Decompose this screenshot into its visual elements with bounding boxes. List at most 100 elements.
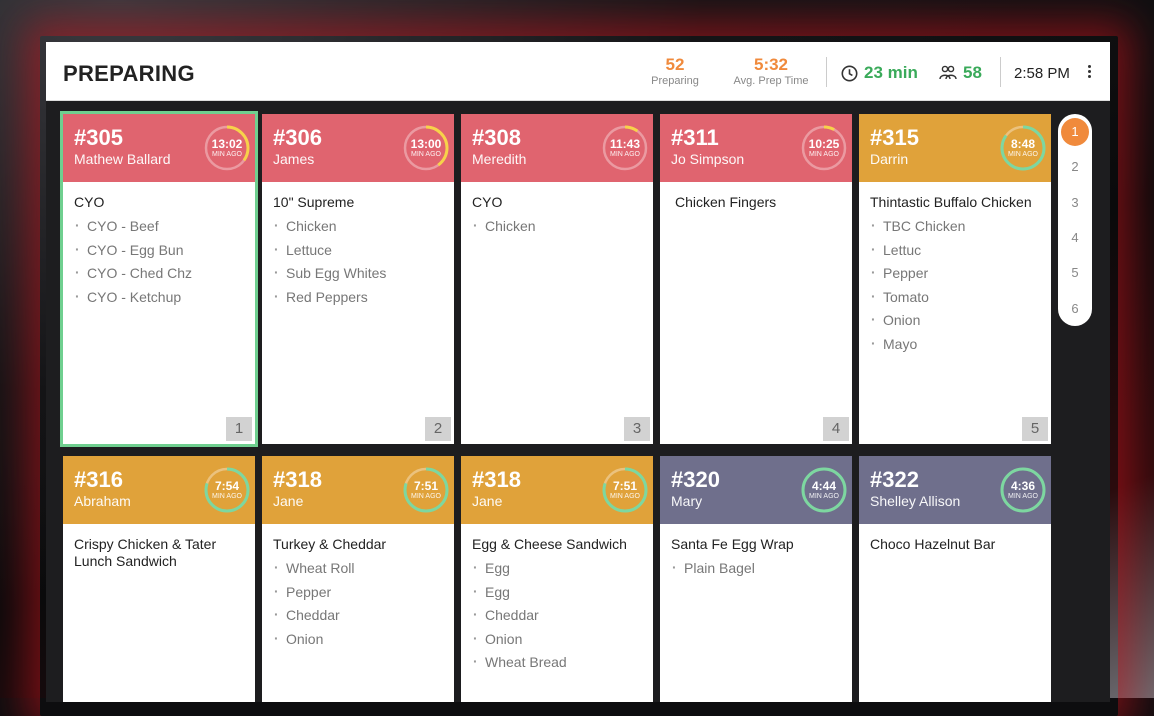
order-card[interactable]: #318Jane 7:51MIN AGO Turkey & Cheddar Wheat…: [262, 456, 454, 702]
modifier-item: Wheat Bread: [472, 653, 643, 671]
modifier-item: Plain Bagel: [671, 559, 842, 577]
order-number: #316: [74, 467, 123, 492]
modifier-item: Egg: [472, 583, 643, 601]
modifier-list: CYO - Beef CYO - Egg Bun CYO - Ched Chz CYO…: [74, 217, 245, 306]
menu-item-name: 10" Supreme: [273, 194, 355, 210]
order-card[interactable]: #318 Jane 7:51 MIN AGO Egg & Cheese Sandwich…: [461, 456, 653, 702]
order-number: #306: [273, 125, 322, 150]
timer-value: 7:54: [214, 479, 240, 493]
card-position-badge: 1: [226, 417, 252, 441]
page-5-button[interactable]: 5: [1061, 259, 1089, 287]
avg-prep-time: 5:32: [753, 55, 789, 74]
customer-name: Abraham: [74, 493, 131, 509]
order-card-header: #315 Darrin 8:48 MIN AGO: [859, 114, 1051, 182]
order-timer: 10:25 MIN AGO: [800, 124, 848, 172]
avg-prep-label: Avg. Prep Time: [733, 75, 809, 87]
order-card[interactable]: #322 Shelley Allison 4:36 MIN AGO Choco Haze…: [859, 456, 1051, 702]
menu-item-name: Crispy Chicken & Tater Lunch Sandwich: [74, 536, 217, 569]
order-card-header: #316 Abraham 7:54 MIN AGO: [63, 456, 255, 524]
preparing-label: Preparing: [651, 75, 699, 87]
modifier-item: Egg: [472, 559, 643, 577]
order-card[interactable]: #315 Darrin 8:48 MIN AGO Thintastic Buffalo …: [859, 114, 1051, 444]
order-timer: 7:54 MIN AGO: [203, 466, 251, 514]
page-6-button[interactable]: 6: [1061, 295, 1089, 323]
modifier-item: Lettuce: [273, 241, 444, 259]
page-4-button[interactable]: 4: [1061, 224, 1089, 252]
timer-caption: MIN AGO: [1008, 151, 1038, 158]
order-card-body: CYO CYO - Beef CYO - Egg Bun CYO - Ched Chz…: [63, 182, 255, 306]
menu-item-name: Choco Hazelnut Bar: [870, 536, 996, 552]
order-card-body: 10" Supreme Chicken Lettuce Sub Egg Whites R…: [262, 182, 454, 306]
modifier-list: Chicken Lettuce Sub Egg Whites Red Peppers: [273, 217, 444, 306]
order-card-body: Choco Hazelnut Bar: [859, 524, 1051, 553]
order-number: #311: [671, 125, 719, 150]
customer-name: Mary: [671, 493, 703, 509]
customer-name: Jane: [273, 493, 304, 509]
timer-caption: MIN AGO: [212, 493, 242, 500]
order-card[interactable]: #308Meredith 11:43MIN AGO CYO Chicken 3: [461, 114, 653, 444]
preparing-count: 52: [665, 55, 685, 74]
order-timer: 11:43 MIN AGO: [601, 124, 649, 172]
modifier-list: Egg Egg Cheddar Onion Wheat Bread: [472, 559, 643, 671]
timer-caption: MIN AGO: [610, 151, 640, 158]
order-number: #320: [671, 467, 720, 492]
modifier-list: Wheat Roll Pepper Cheddar Onion: [273, 559, 444, 648]
menu-item-name: Thintastic Buffalo Chicken: [870, 194, 1032, 210]
order-card-body: Thintastic Buffalo Chicken TBC Chicken Let…: [859, 182, 1051, 353]
customer-name: Meredith: [472, 151, 527, 167]
order-card-body: Chicken Fingers: [660, 182, 852, 211]
order-number: #318: [273, 467, 322, 492]
header-bar: PREPARING 52 Preparing 5:32 Avg. Prep Ti…: [46, 42, 1110, 101]
page-2-button[interactable]: 2: [1061, 153, 1089, 181]
page-1-button[interactable]: 1: [1061, 118, 1089, 146]
order-timer: 13:02 MIN AGO: [203, 124, 251, 172]
modifier-list: Chicken: [472, 217, 643, 235]
clock-time: 2:58 PM: [1014, 65, 1070, 82]
modifier-list: TBC Chicken Lettuc Pepper Tomato Onion Mayo: [870, 217, 1041, 353]
order-card[interactable]: #305Mathew Ballard 13:02MIN AGO CYO CYO - B…: [63, 114, 255, 444]
order-number: #305: [74, 125, 123, 150]
modifier-item: Pepper: [273, 583, 444, 601]
timer-caption: MIN AGO: [809, 493, 839, 500]
page-selector: 1 2 3 4 5 6: [1058, 114, 1092, 326]
modifier-item: Onion: [472, 630, 643, 648]
modifier-item: CYO - Ketchup: [74, 288, 245, 306]
order-card[interactable]: #320Mary 4:44MIN AGO Santa Fe Egg Wrap Plai…: [660, 456, 852, 702]
order-card-body: Crispy Chicken & Tater Lunch Sandwich: [63, 524, 255, 570]
timer-value: 13:02: [211, 137, 243, 151]
order-card[interactable]: #306James 13:00MIN AGO 10" Supreme Chicken L…: [262, 114, 454, 444]
customer-name: Jo Simpson: [671, 151, 745, 167]
order-card-header: #306 James 13:00 MIN AGO: [262, 114, 454, 182]
timer-caption: MIN AGO: [212, 151, 242, 158]
modifier-list: Plain Bagel: [671, 559, 842, 577]
order-card-header: #318 Jane 7:51 MIN AGO: [461, 456, 653, 524]
guest-count: 58: [939, 63, 982, 83]
order-card-body: Egg & Cheese Sandwich Egg Egg Cheddar Onion W…: [461, 524, 653, 671]
timer-caption: MIN AGO: [610, 493, 640, 500]
wait-time: 23 min: [841, 63, 918, 83]
order-card-header: #311 Jo Simpson 10:25 MIN AGO: [660, 114, 852, 182]
menu-item-name: Santa Fe Egg Wrap: [671, 536, 794, 552]
order-card[interactable]: #311 Jo Simpson 10:25 MIN AGO Chicken Finger…: [660, 114, 852, 444]
timer-caption: MIN AGO: [411, 493, 441, 500]
order-card-body: Santa Fe Egg Wrap Plain Bagel: [660, 524, 852, 577]
timer-value: 7:51: [413, 479, 439, 493]
modifier-item: Cheddar: [273, 606, 444, 624]
order-timer: 7:51 MIN AGO: [601, 466, 649, 514]
customer-name: Mathew Ballard: [74, 151, 171, 167]
timer-caption: MIN AGO: [809, 151, 839, 158]
order-card-body: Turkey & Cheddar Wheat Roll Pepper Cheddar O…: [262, 524, 454, 648]
modifier-item: Wheat Roll: [273, 559, 444, 577]
guest-count-value: 58: [963, 63, 982, 82]
guests-icon: [939, 65, 957, 80]
clock-icon: [841, 65, 858, 81]
wait-time-value: 23 min: [864, 63, 918, 82]
order-card[interactable]: #316 Abraham 7:54 MIN AGO Crispy Chicken & T…: [63, 456, 255, 702]
page-title: PREPARING: [63, 61, 195, 86]
modifier-item: Lettuc: [870, 241, 1041, 259]
timer-value: 7:51: [612, 479, 638, 493]
header-divider: [826, 57, 827, 87]
more-menu-icon[interactable]: [1083, 64, 1095, 82]
order-card-header: #322 Shelley Allison 4:36 MIN AGO: [859, 456, 1051, 524]
page-3-button[interactable]: 3: [1061, 189, 1089, 217]
